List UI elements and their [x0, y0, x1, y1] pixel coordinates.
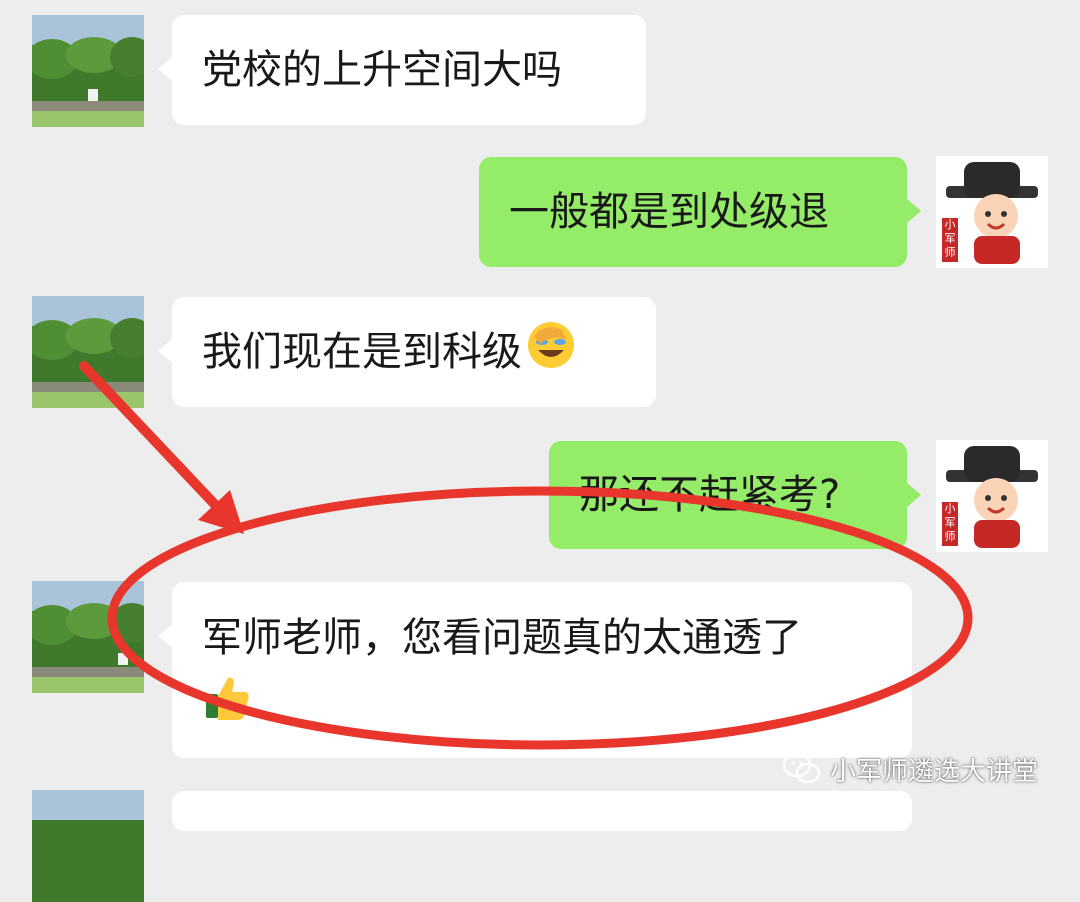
bubble-tail	[907, 199, 921, 223]
avatar-seal-text: 小军师	[944, 502, 956, 543]
message-text: 党校的上升空间大吗	[202, 47, 562, 93]
message-bubble-received[interactable]: 党校的上升空间大吗	[158, 15, 646, 125]
message-bubble-sent[interactable]: 一般都是到处级退	[479, 157, 921, 267]
landscape-avatar-image	[32, 296, 144, 408]
avatar-seal-text: 小军师	[944, 218, 956, 259]
message-bubble-received[interactable]: 我们现在是到科级	[158, 297, 656, 407]
watermark-text: 小军师遴选大讲堂	[830, 756, 1039, 787]
message-bubble-received[interactable]	[172, 791, 912, 831]
self-avatar[interactable]: 小军师	[936, 156, 1048, 268]
landscape-avatar-image	[32, 15, 144, 127]
bubble-tail	[158, 339, 172, 363]
bubble-tail	[158, 624, 172, 648]
thumbs-up-emoji-icon	[202, 672, 882, 737]
wechat-icon	[782, 752, 821, 784]
facepalm-laughing-emoji-icon	[526, 320, 576, 385]
contact-avatar[interactable]	[32, 296, 144, 408]
message-bubble-received[interactable]: 军师老师，您看问题真的太通透了	[158, 582, 912, 758]
contact-avatar[interactable]	[32, 15, 144, 127]
message-text: 那还不赶紧考?	[579, 472, 841, 518]
message-text: 军师老师，您看问题真的太通透了	[202, 615, 802, 661]
self-avatar[interactable]: 小军师	[936, 440, 1048, 552]
bubble-tail	[158, 57, 172, 81]
message-text: 一般都是到处级退	[509, 189, 829, 235]
message-bubble-sent[interactable]: 那还不赶紧考?	[549, 441, 921, 549]
contact-avatar[interactable]	[32, 790, 144, 902]
landscape-avatar-image	[32, 581, 144, 693]
contact-avatar[interactable]	[32, 581, 144, 693]
landscape-avatar-image	[32, 790, 144, 902]
message-text: 我们现在是到科级	[202, 329, 522, 375]
watermark: 小军师遴选大讲堂	[782, 744, 1038, 794]
bubble-tail	[907, 483, 921, 507]
